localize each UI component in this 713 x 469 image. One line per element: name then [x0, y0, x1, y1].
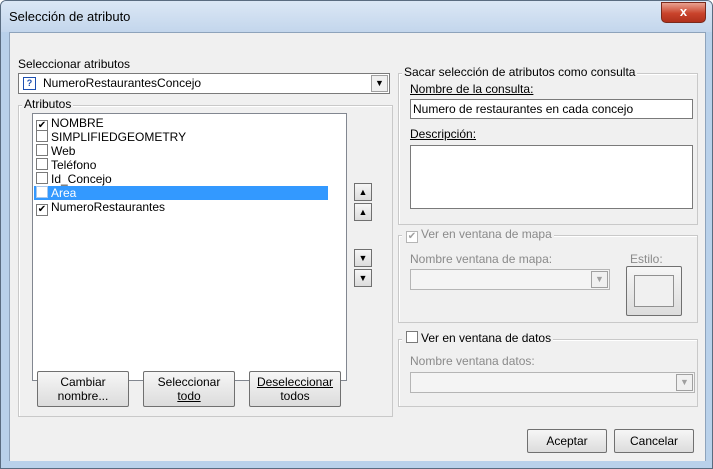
checkbox[interactable] — [36, 172, 48, 184]
attributes-list[interactable]: ✔ NOMBRE SIMPLIFIEDGEOMETRY Web Teléfono … — [32, 113, 347, 381]
deselect-all-button[interactable]: Deseleccionar todos — [249, 371, 341, 407]
chevron-down-icon[interactable]: ▼ — [676, 374, 693, 391]
list-item[interactable]: Teléfono — [34, 158, 328, 172]
select-all-line2: todo — [177, 389, 201, 403]
list-item[interactable]: ✔ NOMBRE — [34, 116, 328, 132]
move-bottom-icon: ▼ — [358, 273, 368, 283]
list-item[interactable]: SIMPLIFIEDGEOMETRY — [34, 130, 328, 144]
data-name-label: Nombre ventana datos: — [410, 354, 535, 368]
data-group-header[interactable]: Ver en ventana de datos — [402, 331, 554, 345]
checkbox[interactable] — [36, 158, 48, 170]
list-item[interactable]: Id_Concejo — [34, 172, 328, 186]
rename-button[interactable]: Cambiar nombre... — [37, 371, 129, 407]
deselect-all-line1: Deseleccionar — [256, 375, 334, 389]
select-attributes-label: Seleccionar atributos — [18, 57, 131, 71]
description-textarea[interactable] — [410, 145, 693, 209]
list-item-selected[interactable]: Area — [34, 186, 328, 200]
list-item[interactable]: ✔ NumeroRestaurantes — [34, 200, 328, 216]
chevron-down-icon[interactable]: ▼ — [591, 271, 608, 288]
attribute-label: NOMBRE — [51, 116, 104, 130]
table-icon: ? — [23, 77, 36, 90]
checkbox[interactable] — [36, 144, 48, 156]
attribute-set-select[interactable]: ? NumeroRestaurantesConcejo ▼ — [18, 73, 390, 94]
deselect-all-line2: todos — [280, 389, 310, 403]
attribute-label: SIMPLIFIEDGEOMETRY — [51, 130, 187, 144]
move-down-button[interactable]: ▼ — [354, 249, 372, 267]
query-group-title: Sacar selección de atributos como consul… — [402, 65, 638, 79]
close-button[interactable]: x — [661, 2, 706, 23]
query-name-input[interactable]: Numero de restaurantes en cada concejo — [410, 99, 693, 119]
query-name-label: Nombre de la consulta: — [410, 82, 534, 96]
checkbox[interactable] — [36, 186, 48, 198]
checkbox[interactable] — [36, 130, 48, 142]
cancel-label: Cancelar — [629, 434, 679, 448]
attribute-label: NumeroRestaurantes — [51, 200, 166, 214]
attribute-label: Web — [51, 144, 76, 158]
data-checkbox[interactable] — [406, 331, 418, 343]
style-button[interactable] — [626, 266, 682, 316]
dialog-window: Selección de atributo x Seleccionar atri… — [0, 0, 713, 469]
move-top-button[interactable]: ▲ — [354, 183, 372, 201]
close-icon: x — [679, 4, 688, 19]
rename-line1: Cambiar — [60, 375, 106, 389]
move-up-icon: ▲ — [358, 207, 368, 217]
data-name-select[interactable]: ▼ — [410, 372, 695, 393]
data-group-title: Ver en ventana de datos — [421, 331, 552, 345]
accept-button[interactable]: Aceptar — [527, 429, 607, 453]
checkbox[interactable]: ✔ — [36, 204, 48, 216]
style-swatch — [634, 275, 674, 307]
attribute-set-value: NumeroRestaurantesConcejo — [43, 76, 202, 90]
map-checkbox[interactable]: ✔ — [406, 231, 418, 243]
window-title: Selección de atributo — [9, 9, 131, 24]
style-label: Estilo: — [630, 252, 663, 266]
rename-line2: nombre... — [57, 389, 109, 403]
cancel-button[interactable]: Cancelar — [614, 429, 694, 453]
query-name-value: Numero de restaurantes en cada concejo — [413, 102, 634, 116]
move-bottom-button[interactable]: ▼ — [354, 269, 372, 287]
map-group-header[interactable]: ✔ Ver en ventana de mapa — [402, 227, 554, 243]
title-bar[interactable]: Selección de atributo x — [1, 1, 712, 32]
move-up-button[interactable]: ▲ — [354, 203, 372, 221]
attributes-group-title: Atributos — [22, 97, 74, 111]
chevron-down-icon[interactable]: ▼ — [371, 75, 388, 92]
move-top-icon: ▲ — [358, 187, 368, 197]
attribute-label: Area — [51, 186, 77, 200]
attribute-label: Teléfono — [51, 158, 97, 172]
description-label: Descripción: — [410, 127, 477, 141]
move-down-icon: ▼ — [358, 253, 368, 263]
attribute-label: Id_Concejo — [51, 172, 112, 186]
dialog-body: Seleccionar atributos ? NumeroRestaurant… — [9, 32, 706, 463]
select-all-line1: Seleccionar — [157, 375, 221, 389]
accept-label: Aceptar — [546, 434, 588, 448]
list-item[interactable]: Web — [34, 144, 328, 158]
window-bottom-border — [1, 461, 712, 468]
map-name-label: Nombre ventana de mapa: — [410, 252, 553, 266]
select-all-button[interactable]: Seleccionar todo — [143, 371, 235, 407]
map-group-title: Ver en ventana de mapa — [421, 227, 552, 241]
map-name-select[interactable]: ▼ — [410, 269, 610, 290]
